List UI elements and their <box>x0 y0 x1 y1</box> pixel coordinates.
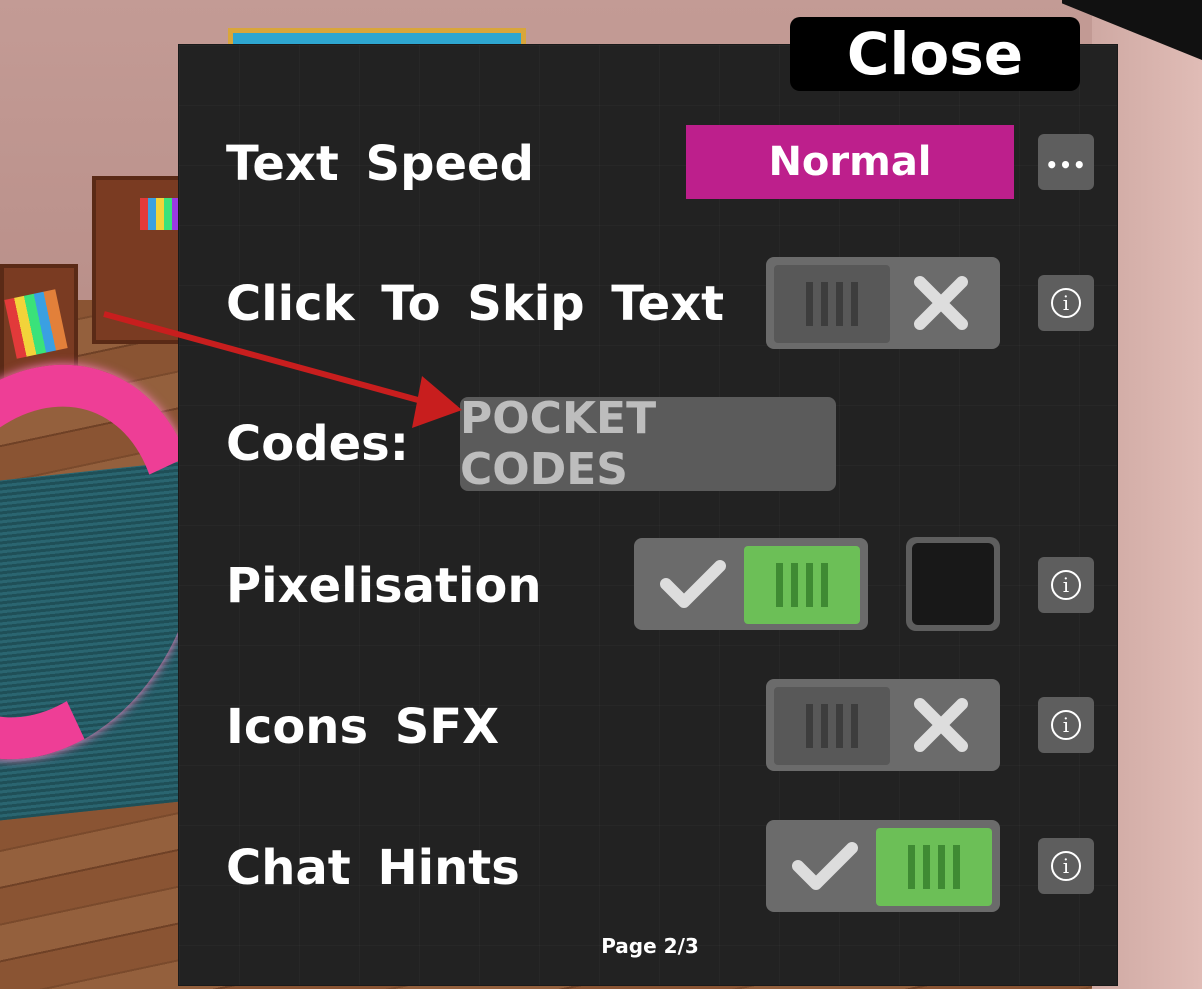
icons-sfx-toggle[interactable] <box>766 679 1000 771</box>
pixelisation-toggle[interactable] <box>634 538 868 630</box>
ellipsis-icon: ••• <box>1045 153 1087 177</box>
info-icon: i <box>1051 710 1081 740</box>
chat-hints-info-button[interactable]: i <box>1038 838 1094 894</box>
pixelisation-color-swatch[interactable] <box>906 537 1000 631</box>
click-to-skip-toggle[interactable] <box>766 257 1000 349</box>
text-speed-more-button[interactable]: ••• <box>1038 134 1094 190</box>
pixelisation-info-button[interactable]: i <box>1038 557 1094 613</box>
check-mark-icon <box>772 820 878 912</box>
info-icon: i <box>1051 288 1081 318</box>
chat-hints-label: Chat Hints <box>226 840 520 896</box>
codes-label: Codes: <box>226 416 409 472</box>
pocket-codes-button[interactable]: POCKET CODES <box>460 393 836 495</box>
click-to-skip-label: Click To Skip Text <box>226 276 725 332</box>
toggle-knob <box>744 546 860 624</box>
toggle-knob <box>774 265 890 343</box>
chat-hints-toggle[interactable] <box>766 820 1000 912</box>
check-mark-icon <box>640 538 746 630</box>
info-icon: i <box>1051 851 1081 881</box>
toggle-knob <box>774 687 890 765</box>
close-button[interactable]: Close <box>790 17 1080 91</box>
bookshelf <box>92 176 188 344</box>
page-indicator: Page 2/3 <box>601 934 699 958</box>
icons-sfx-info-button[interactable]: i <box>1038 697 1094 753</box>
info-icon: i <box>1051 570 1081 600</box>
toggle-knob <box>876 828 992 906</box>
x-mark-icon <box>888 257 994 349</box>
text-speed-selector[interactable]: Normal <box>686 125 1014 199</box>
x-mark-icon <box>888 679 994 771</box>
pixelisation-label: Pixelisation <box>226 558 542 614</box>
click-to-skip-info-button[interactable]: i <box>1038 275 1094 331</box>
text-speed-label: Text Speed <box>226 136 534 192</box>
icons-sfx-label: Icons SFX <box>226 699 500 755</box>
